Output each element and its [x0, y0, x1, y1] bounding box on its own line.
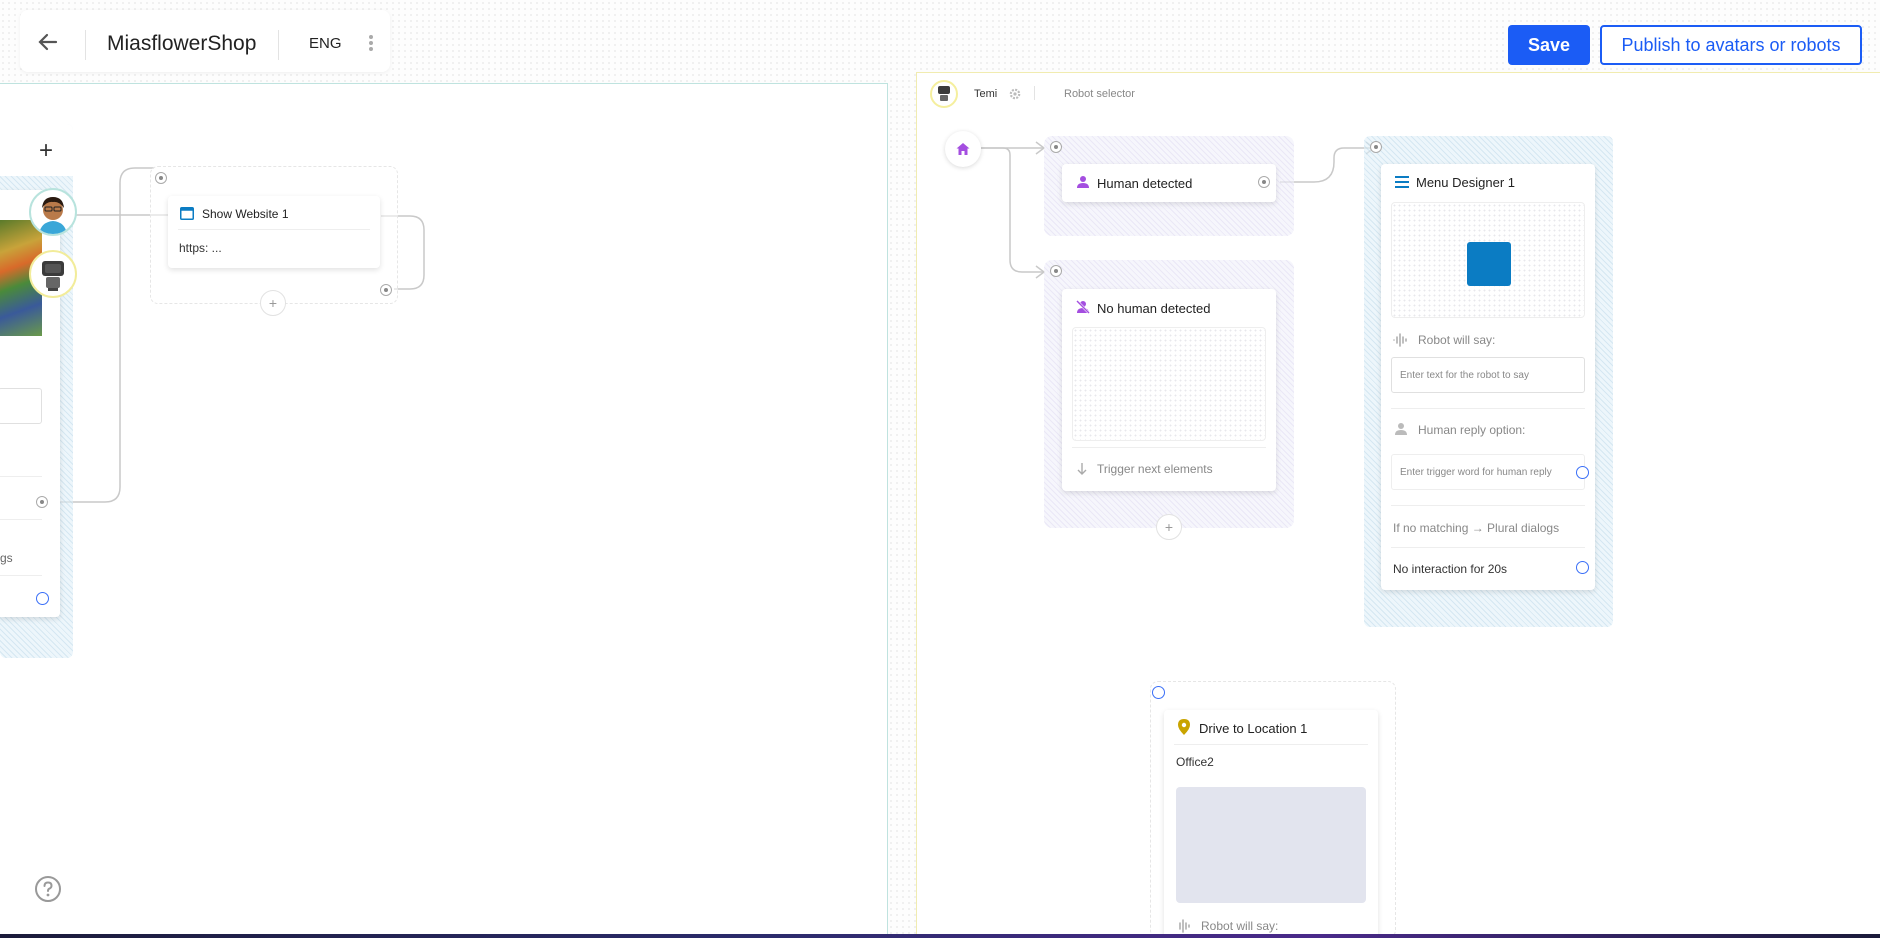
no-matching-label: If no matching → Plural dialogs — [1393, 521, 1560, 535]
publish-button[interactable]: Publish to avatars or robots — [1600, 25, 1862, 65]
human-reply-option-label: Human reply option: — [1418, 423, 1526, 437]
partial-node-header — [0, 124, 73, 176]
language-selector[interactable]: ENG — [309, 35, 342, 52]
menu-preview-tile — [1467, 242, 1511, 286]
divider — [0, 575, 42, 576]
avatar-human-icon — [39, 197, 67, 234]
location-pin-icon — [1178, 719, 1190, 735]
input-port[interactable] — [1050, 265, 1062, 277]
drive-location-card[interactable]: Drive to Location 1 Office2 Robot will s… — [1164, 710, 1378, 938]
output-ring[interactable] — [36, 592, 49, 605]
back-button[interactable] — [34, 28, 62, 56]
left-connections — [48, 167, 425, 503]
output-port[interactable] — [36, 496, 48, 508]
divider — [1072, 447, 1266, 448]
input-ring[interactable] — [1152, 686, 1165, 699]
add-element-button[interactable]: + — [1156, 514, 1182, 540]
robot-say-placeholder: Enter text for the robot to say — [1400, 370, 1529, 381]
arrow-down-icon — [1077, 463, 1087, 475]
person-off-icon — [1076, 300, 1090, 314]
menu-designer-title: Menu Designer 1 — [1416, 175, 1515, 190]
browser-window-icon — [180, 207, 194, 220]
divider — [0, 519, 42, 520]
divider — [1391, 408, 1585, 409]
menu-preview-box — [1391, 202, 1585, 318]
avatar-robot[interactable] — [29, 250, 77, 298]
partial-text: gs — [0, 551, 13, 565]
show-website-title: Show Website 1 — [202, 207, 289, 221]
divider — [0, 476, 42, 477]
trigger-next-elements-label: Trigger next elements — [1097, 462, 1213, 476]
website-url: https: ... — [179, 241, 222, 255]
human-reply-placeholder: Enter trigger word for human reply — [1400, 467, 1552, 478]
robot-icon — [42, 261, 64, 291]
add-node-button[interactable]: + — [39, 137, 53, 165]
drive-location-title: Drive to Location 1 — [1199, 721, 1308, 736]
partial-input-field[interactable] — [0, 388, 42, 424]
human-detected-card[interactable]: Human detected — [1062, 164, 1276, 202]
no-human-detected-card[interactable]: No human detected Trigger next elements — [1062, 289, 1276, 491]
input-port[interactable] — [1050, 141, 1062, 153]
input-port[interactable] — [1370, 141, 1382, 153]
human-detected-title: Human detected — [1097, 176, 1193, 191]
menu-designer-card[interactable]: Menu Designer 1 Robot will say: Enter te… — [1381, 164, 1595, 590]
robot-will-say-label: Robot will say: — [1418, 333, 1496, 347]
add-element-button[interactable]: + — [260, 290, 286, 316]
no-human-detected-title: No human detected — [1097, 301, 1211, 316]
output-port[interactable] — [1258, 176, 1270, 188]
home-icon — [956, 143, 970, 155]
separator — [85, 30, 86, 60]
page-title: MiasflowerShop — [107, 32, 257, 55]
location-name: Office2 — [1176, 755, 1214, 769]
no-interaction-label: No interaction for 20s — [1393, 562, 1508, 576]
arrow-left-icon — [38, 33, 58, 51]
divider — [1174, 744, 1368, 745]
output-port[interactable] — [380, 284, 392, 296]
robot-will-say-label: Robot will say: — [1201, 919, 1279, 933]
divider — [1391, 505, 1585, 506]
input-port[interactable] — [155, 172, 167, 184]
show-website-card[interactable]: Show Website 1 https: ... — [168, 196, 380, 268]
map-preview — [1176, 787, 1366, 903]
person-icon — [1395, 423, 1407, 435]
avatar-human[interactable] — [29, 188, 77, 236]
human-reply-input[interactable]: Enter trigger word for human reply — [1391, 454, 1585, 490]
save-button[interactable]: Save — [1508, 25, 1590, 65]
timeout-output-ring[interactable] — [1576, 561, 1589, 574]
person-icon — [1077, 176, 1089, 188]
divider — [178, 229, 370, 230]
sound-wave-icon — [1179, 919, 1190, 933]
robot-say-input[interactable]: Enter text for the robot to say — [1391, 357, 1585, 393]
kebab-menu-icon[interactable] — [367, 35, 375, 55]
start-home-node[interactable] — [945, 131, 981, 167]
reply-output-ring[interactable] — [1576, 466, 1589, 479]
divider — [1391, 547, 1585, 548]
taskbar-strip — [0, 934, 1880, 938]
separator — [278, 30, 279, 60]
menu-lines-icon — [1395, 176, 1409, 188]
content-placeholder — [1072, 327, 1266, 441]
sound-wave-icon — [1393, 333, 1407, 347]
help-icon[interactable] — [34, 875, 62, 903]
